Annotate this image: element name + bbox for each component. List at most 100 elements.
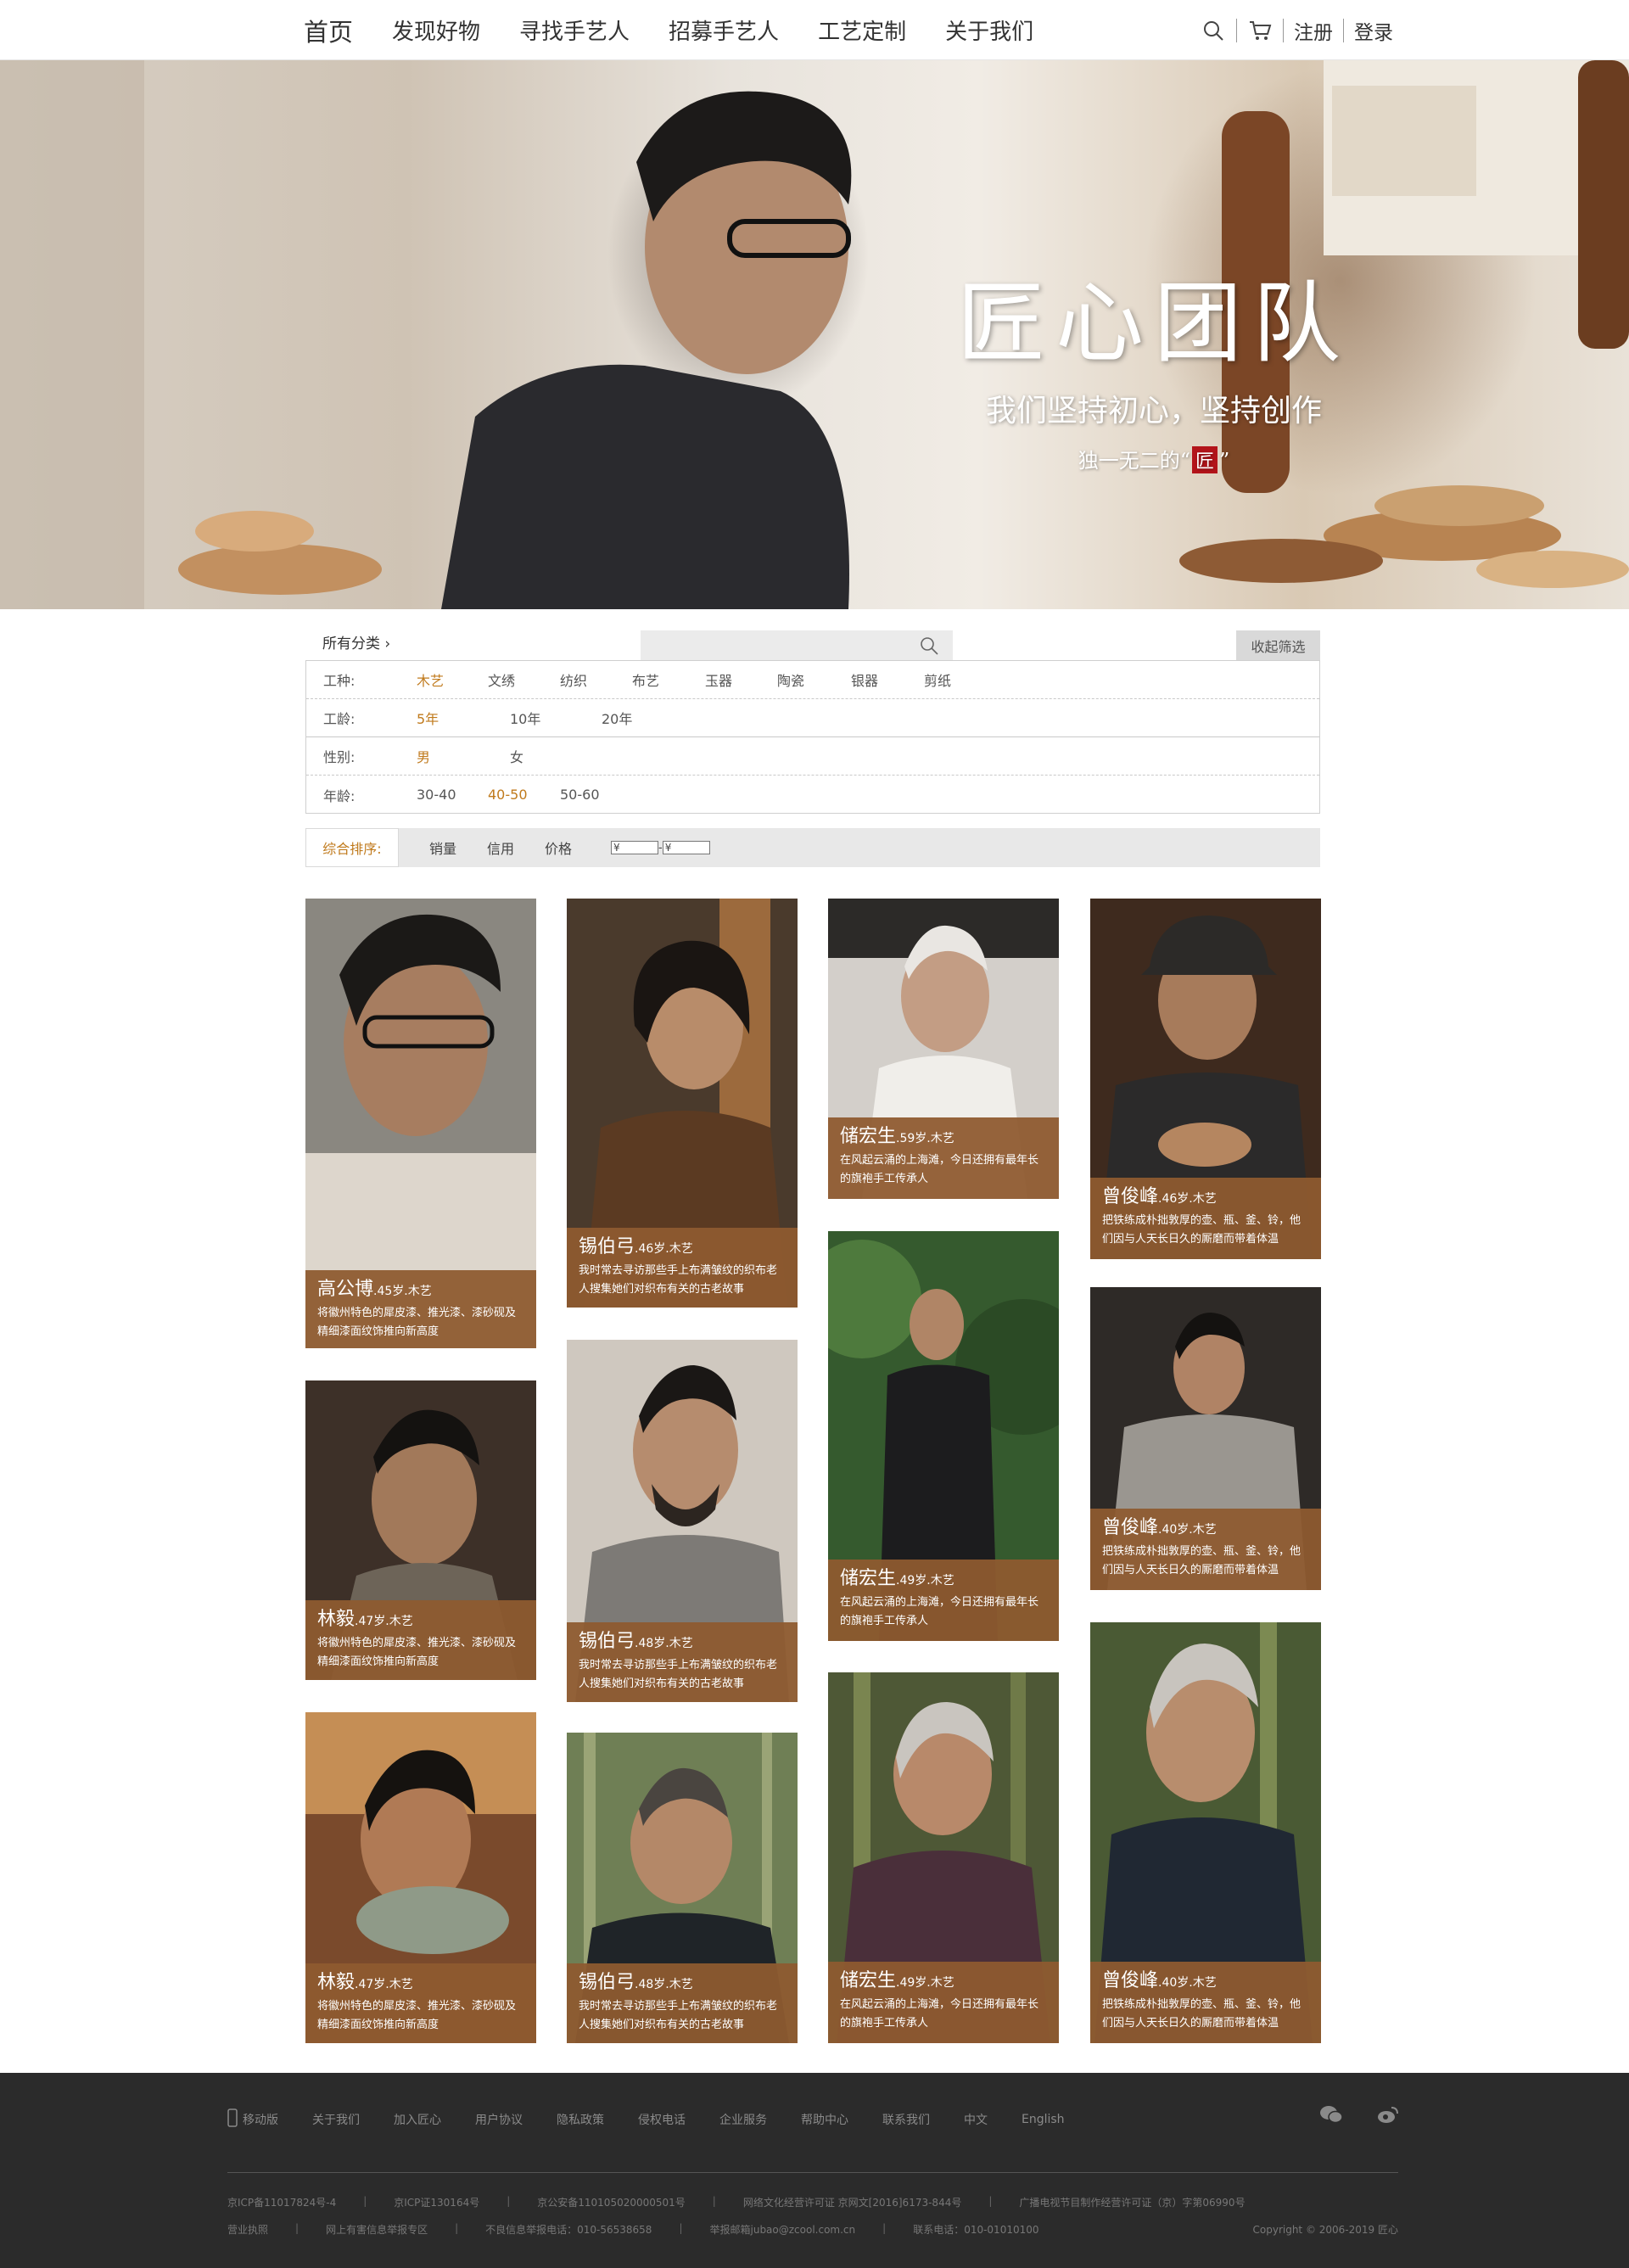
filter-option[interactable]: 30-40 bbox=[417, 787, 456, 803]
footer-lang-zh[interactable]: 中文 bbox=[964, 2111, 988, 2128]
filter-option[interactable]: 40-50 bbox=[488, 787, 528, 803]
header-divider bbox=[1343, 18, 1344, 42]
footer-link-contact[interactable]: 联系我们 bbox=[882, 2111, 930, 2128]
all-categories-toggle[interactable]: 所有分类 › bbox=[322, 631, 390, 652]
filter-option[interactable]: 女 bbox=[510, 746, 523, 766]
nav-about[interactable]: 关于我们 bbox=[945, 14, 1033, 46]
footer-link-enterprise[interactable]: 企业服务 bbox=[719, 2111, 767, 2128]
sort-comprehensive[interactable]: 综合排序: bbox=[305, 828, 399, 867]
footer-link-infringement[interactable]: 侵权电话 bbox=[638, 2111, 686, 2128]
seal-stamp: 匠 bbox=[1191, 446, 1218, 473]
filter-option[interactable]: 剪纸 bbox=[924, 669, 951, 690]
filter-row-experience: 工龄: 5年 10年 20年 bbox=[306, 699, 1319, 737]
price-min-input[interactable]: ¥ bbox=[611, 841, 659, 854]
filter-option[interactable]: 玉器 bbox=[705, 669, 732, 690]
nav-find-artisan[interactable]: 寻找手艺人 bbox=[519, 14, 630, 46]
artisan-card[interactable]: 锡伯弓.46岁.木艺 我时常去寻访那些手上布满皱纹的织布老人搜集她们对织布有关的… bbox=[567, 899, 798, 1308]
nav-home[interactable]: 首页 bbox=[304, 13, 353, 48]
sort-bar: 综合排序: 销量 信用 价格 ¥ - ¥ bbox=[305, 828, 1320, 867]
price-max-input[interactable]: ¥ bbox=[662, 841, 710, 854]
search-icon[interactable] bbox=[918, 635, 940, 660]
filter-option[interactable]: 50-60 bbox=[560, 787, 600, 803]
weibo-icon[interactable] bbox=[1377, 2105, 1399, 2127]
search-box bbox=[641, 630, 953, 660]
artisan-card[interactable]: 曾俊峰.40岁.木艺 把铁练成朴拙敦厚的壶、瓶、釜、铃，他们因与人天长日久的厮磨… bbox=[1090, 1622, 1321, 2043]
footer-info: 不良信息举报电话：010-56538658 bbox=[485, 2224, 652, 2236]
hero-subtitle: 我们坚持初心，坚持创作 bbox=[985, 394, 1322, 428]
artisan-desc: 我时常去寻访那些手上布满皱纹的织布老人搜集她们对织布有关的古老故事 bbox=[579, 1659, 778, 1690]
artisan-name: 储宏生 bbox=[840, 1970, 897, 1991]
footer-license: 广播电视节目制作经营许可证（京）字第06990号 bbox=[1019, 2197, 1246, 2209]
artisan-info: 高公博.45岁.木艺 将徽州特色的犀皮漆、推光漆、漆砂砚及精细漆面纹饰推向新高度 bbox=[305, 1270, 536, 1348]
filter-option[interactable]: 文绣 bbox=[488, 669, 515, 690]
login-link[interactable]: 登录 bbox=[1354, 16, 1393, 45]
artisan-card[interactable]: 林毅.47岁.木艺 将徽州特色的犀皮漆、推光漆、漆砂砚及精细漆面纹饰推向新高度 bbox=[305, 1380, 536, 1680]
filter-option[interactable]: 20年 bbox=[602, 708, 632, 728]
footer-info[interactable]: 网上有害信息举报专区 bbox=[326, 2222, 428, 2237]
artisan-card[interactable]: 高公博.45岁.木艺 将徽州特色的犀皮漆、推光漆、漆砂砚及精细漆面纹饰推向新高度 bbox=[305, 899, 536, 1348]
footer-lang-en[interactable]: English bbox=[1022, 2113, 1065, 2126]
nav-discover[interactable]: 发现好物 bbox=[392, 14, 480, 46]
artisan-card[interactable]: 林毅.47岁.木艺 将徽州特色的犀皮漆、推光漆、漆砂砚及精细漆面纹饰推向新高度 bbox=[305, 1712, 536, 2043]
artisan-info: 锡伯弓.48岁.木艺 我时常去寻访那些手上布满皱纹的织布老人搜集她们对织布有关的… bbox=[567, 1963, 798, 2043]
artisan-card[interactable]: 储宏生.49岁.木艺 在风起云涌的上海滩，今日还拥有最年长的旗袍手工传承人 bbox=[828, 1672, 1059, 2043]
filter-option[interactable]: 布艺 bbox=[632, 669, 659, 690]
artisan-name-line: 曾俊峰.40岁.木艺 bbox=[1102, 1517, 1311, 1541]
filter-option[interactable]: 10年 bbox=[510, 708, 540, 728]
sort-credit[interactable]: 信用 bbox=[487, 837, 514, 858]
artisan-name: 林毅 bbox=[317, 1609, 355, 1630]
sort-sales[interactable]: 销量 bbox=[429, 837, 456, 858]
artisan-info: 林毅.47岁.木艺 将徽州特色的犀皮漆、推光漆、漆砂砚及精细漆面纹饰推向新高度 bbox=[305, 1963, 536, 2043]
main-nav: 首页 发现好物 寻找手艺人 招募手艺人 工艺定制 关于我们 bbox=[304, 0, 1072, 60]
chevron-right-icon: › bbox=[384, 636, 391, 652]
artisan-info: 储宏生.49岁.木艺 在风起云涌的上海滩，今日还拥有最年长的旗袍手工传承人 bbox=[828, 1560, 1059, 1641]
filter-option[interactable]: 陶瓷 bbox=[777, 669, 804, 690]
cart-icon[interactable] bbox=[1247, 18, 1273, 43]
filter-option[interactable]: 银器 bbox=[851, 669, 878, 690]
footer-info: 举报邮箱jubao@zcool.com.cn bbox=[709, 2224, 856, 2236]
artisan-name-line: 储宏生.59岁.木艺 bbox=[840, 1126, 1049, 1150]
footer-link-terms[interactable]: 用户协议 bbox=[475, 2111, 523, 2128]
artisan-meta: .48岁.木艺 bbox=[635, 1978, 693, 1991]
artisan-card[interactable]: 储宏生.59岁.木艺 在风起云涌的上海滩，今日还拥有最年长的旗袍手工传承人 bbox=[828, 899, 1059, 1199]
footer-link-privacy[interactable]: 隐私政策 bbox=[557, 2111, 604, 2128]
artisan-card[interactable]: 锡伯弓.48岁.木艺 我时常去寻访那些手上布满皱纹的织布老人搜集她们对织布有关的… bbox=[567, 1340, 798, 1702]
artisan-card[interactable]: 曾俊峰.46岁.木艺 把铁练成朴拙敦厚的壶、瓶、釜、铃，他们因与人天长日久的厮磨… bbox=[1090, 899, 1321, 1259]
nav-recruit-artisan[interactable]: 招募手艺人 bbox=[669, 14, 779, 46]
filter-option[interactable]: 男 bbox=[417, 746, 430, 766]
artisan-card[interactable]: 锡伯弓.48岁.木艺 我时常去寻访那些手上布满皱纹的织布老人搜集她们对织布有关的… bbox=[567, 1733, 798, 2043]
search-icon[interactable] bbox=[1201, 18, 1226, 43]
artisan-meta: .46岁.木艺 bbox=[635, 1242, 693, 1256]
footer-info[interactable]: 营业执照 bbox=[227, 2222, 268, 2237]
artisan-name: 曾俊峰 bbox=[1102, 1517, 1159, 1538]
social-links bbox=[1319, 2105, 1399, 2127]
artisan-name: 林毅 bbox=[317, 1972, 355, 1993]
filter-option[interactable]: 5年 bbox=[417, 708, 439, 728]
filter-option[interactable]: 纺织 bbox=[560, 669, 587, 690]
filter-label-craft: 工种: bbox=[323, 673, 355, 689]
footer-license: 京公安备110105020000501号 bbox=[537, 2197, 686, 2209]
footer-divider bbox=[227, 2172, 1398, 2173]
artisan-desc: 在风起云涌的上海滩，今日还拥有最年长的旗袍手工传承人 bbox=[840, 1998, 1039, 2030]
artisan-info: 林毅.47岁.木艺 将徽州特色的犀皮漆、推光漆、漆砂砚及精细漆面纹饰推向新高度 bbox=[305, 1600, 536, 1680]
artisan-desc: 将徽州特色的犀皮漆、推光漆、漆砂砚及精细漆面纹饰推向新高度 bbox=[317, 1637, 517, 1668]
filter-label-gender: 性别: bbox=[323, 749, 355, 765]
register-link[interactable]: 注册 bbox=[1294, 16, 1333, 45]
artisan-name-line: 锡伯弓.46岁.木艺 bbox=[579, 1236, 787, 1260]
footer-link-mobile[interactable]: 移动版 bbox=[243, 2111, 278, 2128]
footer-license: 网络文化经营许可证 京网文[2016]6173-844号 bbox=[742, 2197, 962, 2209]
site-footer: 移动版 关于我们 加入匠心 用户协议 隐私政策 侵权电话 企业服务 帮助中心 联… bbox=[0, 2073, 1629, 2268]
collapse-filter-button[interactable]: 收起筛选 bbox=[1236, 630, 1320, 660]
filter-option[interactable]: 木艺 bbox=[417, 669, 444, 690]
sort-price[interactable]: 价格 bbox=[545, 837, 572, 858]
artisan-card[interactable]: 曾俊峰.40岁.木艺 把铁练成朴拙敦厚的壶、瓶、釜、铃，他们因与人天长日久的厮磨… bbox=[1090, 1287, 1321, 1590]
footer-link-join[interactable]: 加入匠心 bbox=[394, 2111, 441, 2128]
artisan-desc: 把铁练成朴拙敦厚的壶、瓶、釜、铃，他们因与人天长日久的厮磨而带着体温 bbox=[1102, 1998, 1302, 2030]
nav-custom-craft[interactable]: 工艺定制 bbox=[818, 14, 906, 46]
wechat-icon[interactable] bbox=[1319, 2105, 1343, 2127]
search-input[interactable] bbox=[641, 631, 913, 659]
artisan-card[interactable]: 储宏生.49岁.木艺 在风起云涌的上海滩，今日还拥有最年长的旗袍手工传承人 bbox=[828, 1231, 1059, 1641]
footer-link-about[interactable]: 关于我们 bbox=[312, 2111, 360, 2128]
artisan-name: 锡伯弓 bbox=[579, 1236, 635, 1257]
footer-link-help[interactable]: 帮助中心 bbox=[801, 2111, 848, 2128]
